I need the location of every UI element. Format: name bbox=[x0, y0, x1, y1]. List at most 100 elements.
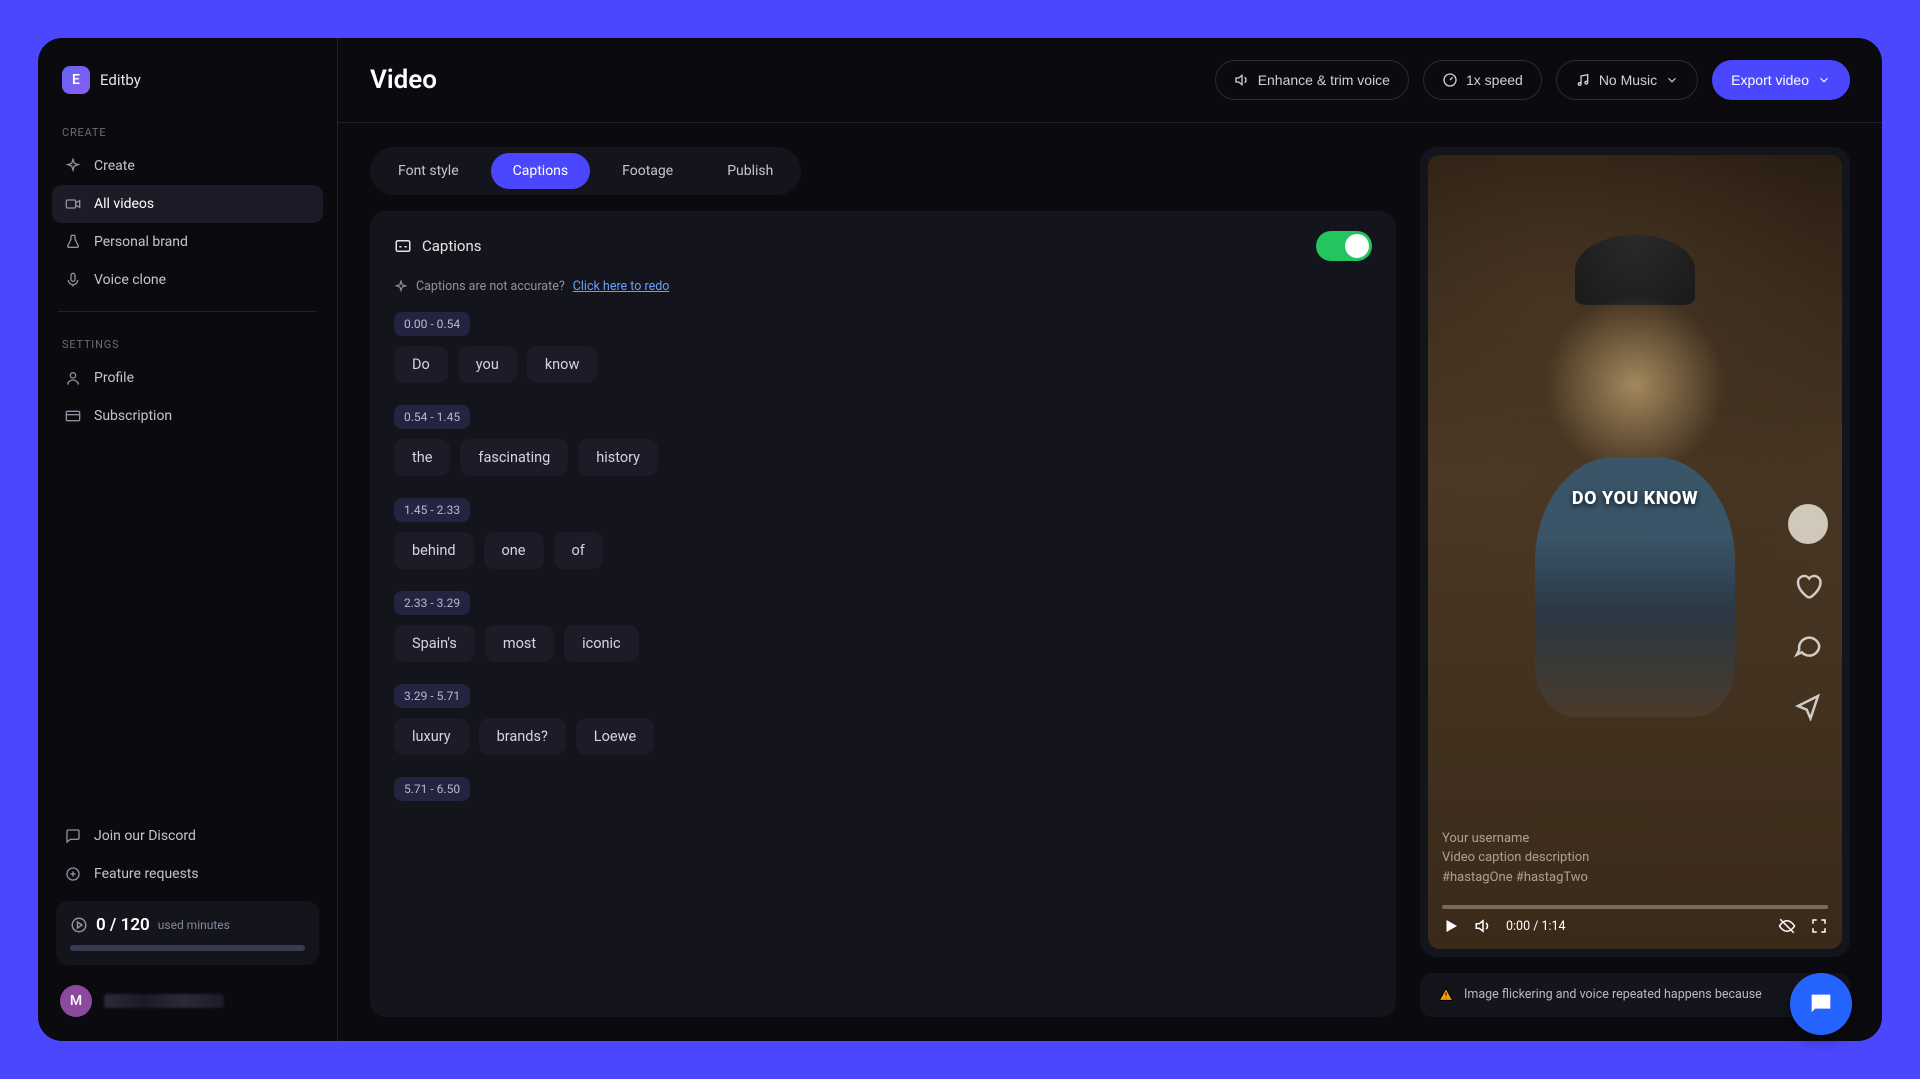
caption-word[interactable]: most bbox=[485, 625, 554, 662]
editor-tabs: Font style Captions Footage Publish bbox=[370, 147, 801, 195]
time-chip[interactable]: 1.45 - 2.33 bbox=[394, 498, 470, 522]
flask-icon bbox=[64, 233, 82, 251]
section-label-settings: SETTINGS bbox=[52, 324, 323, 359]
sparkle-icon bbox=[394, 280, 408, 294]
plus-circle-icon bbox=[64, 865, 82, 883]
caption-word[interactable]: Spain's bbox=[394, 625, 475, 662]
caption-word[interactable]: behind bbox=[394, 532, 474, 569]
caption-word[interactable]: history bbox=[578, 439, 658, 476]
video-description: Video caption description bbox=[1442, 848, 1589, 868]
sidebar-item-label: Join our Discord bbox=[94, 828, 196, 844]
video-progress[interactable] bbox=[1442, 905, 1828, 909]
play-icon[interactable] bbox=[1442, 917, 1460, 935]
captions-title: Captions bbox=[422, 237, 481, 255]
caption-overlay: DO YOU KNOW bbox=[1572, 488, 1698, 509]
export-button[interactable]: Export video bbox=[1712, 60, 1850, 100]
share-icon[interactable] bbox=[1790, 688, 1826, 724]
speed-button[interactable]: 1x speed bbox=[1423, 60, 1542, 100]
tab-footage[interactable]: Footage bbox=[600, 153, 695, 189]
volume-icon[interactable] bbox=[1474, 917, 1492, 935]
section-label-create: CREATE bbox=[52, 112, 323, 147]
button-label: 1x speed bbox=[1466, 72, 1523, 88]
caption-word[interactable]: know bbox=[527, 346, 598, 383]
microphone-icon bbox=[64, 271, 82, 289]
fullscreen-icon[interactable] bbox=[1810, 917, 1828, 935]
caption-word[interactable]: the bbox=[394, 439, 450, 476]
redo-prompt: Captions are not accurate? bbox=[416, 279, 565, 294]
creator-avatar[interactable] bbox=[1788, 504, 1828, 544]
tab-captions[interactable]: Captions bbox=[491, 153, 591, 189]
time-chip[interactable]: 0.00 - 0.54 bbox=[394, 312, 470, 336]
warning-card: Image flickering and voice repeated happ… bbox=[1420, 973, 1850, 1017]
comment-icon[interactable] bbox=[1790, 628, 1826, 664]
sidebar-item-label: All videos bbox=[94, 196, 154, 212]
sidebar-item-label: Create bbox=[94, 158, 135, 174]
video-decor-glow bbox=[1545, 295, 1725, 475]
sidebar-item-label: Voice clone bbox=[94, 272, 166, 288]
button-label: Enhance & trim voice bbox=[1258, 72, 1390, 88]
caption-word[interactable]: Do bbox=[394, 346, 448, 383]
sidebar-item-subscription[interactable]: Subscription bbox=[52, 397, 323, 435]
chevron-down-icon bbox=[1665, 73, 1679, 87]
caption-word-row: Spain's most iconic bbox=[394, 625, 1372, 662]
sidebar-item-create[interactable]: Create bbox=[52, 147, 323, 185]
sidebar-item-feature-requests[interactable]: Feature requests bbox=[52, 855, 323, 893]
sidebar-item-personal-brand[interactable]: Personal brand bbox=[52, 223, 323, 261]
caption-word[interactable]: Loewe bbox=[576, 718, 654, 755]
caption-word-row: the fascinating history bbox=[394, 439, 1372, 476]
video-time: 0:00 / 1:14 bbox=[1506, 919, 1566, 934]
enhance-voice-button[interactable]: Enhance & trim voice bbox=[1215, 60, 1409, 100]
video-username: Your username bbox=[1442, 829, 1589, 849]
time-chip[interactable]: 2.33 - 3.29 bbox=[394, 591, 470, 615]
heart-icon[interactable] bbox=[1790, 568, 1826, 604]
music-button[interactable]: No Music bbox=[1556, 60, 1698, 100]
video-hashtags: #hastagOne #hastagTwo bbox=[1442, 868, 1589, 888]
button-label: No Music bbox=[1599, 72, 1657, 88]
caption-word[interactable]: you bbox=[458, 346, 517, 383]
user-icon bbox=[64, 369, 82, 387]
play-circle-icon bbox=[70, 916, 88, 934]
tab-font-style[interactable]: Font style bbox=[376, 153, 481, 189]
sidebar-item-label: Personal brand bbox=[94, 234, 188, 250]
sidebar-item-discord[interactable]: Join our Discord bbox=[52, 817, 323, 855]
editor-column: Font style Captions Footage Publish Capt… bbox=[370, 147, 1396, 1017]
captions-toggle[interactable] bbox=[1316, 231, 1372, 261]
brand: E Editby bbox=[52, 58, 323, 112]
usage-progress bbox=[70, 945, 305, 951]
chat-bubble-icon bbox=[1807, 990, 1835, 1018]
warning-icon bbox=[1438, 987, 1454, 1003]
warning-text: Image flickering and voice repeated happ… bbox=[1464, 987, 1762, 1003]
redo-link[interactable]: Click here to redo bbox=[573, 279, 670, 294]
music-icon bbox=[1575, 72, 1591, 88]
captions-redo-row: Captions are not accurate? Click here to… bbox=[394, 279, 1372, 294]
time-chip[interactable]: 0.54 - 1.45 bbox=[394, 405, 470, 429]
main: Video Enhance & trim voice 1x speed No M… bbox=[338, 38, 1882, 1041]
time-chip[interactable]: 5.71 - 6.50 bbox=[394, 777, 470, 801]
tab-publish[interactable]: Publish bbox=[705, 153, 795, 189]
caption-word[interactable]: of bbox=[554, 532, 603, 569]
caption-word[interactable]: fascinating bbox=[460, 439, 568, 476]
card-icon bbox=[64, 407, 82, 425]
caption-word[interactable]: luxury bbox=[394, 718, 469, 755]
caption-word[interactable]: one bbox=[484, 532, 544, 569]
sidebar-item-profile[interactable]: Profile bbox=[52, 359, 323, 397]
header-actions: Enhance & trim voice 1x speed No Music E… bbox=[1215, 60, 1850, 100]
sidebar-item-voice-clone[interactable]: Voice clone bbox=[52, 261, 323, 299]
caption-word-row: Doyouknow bbox=[394, 346, 1372, 383]
video-frame[interactable]: DO YOU KNOW Your username Video caption … bbox=[1428, 155, 1842, 949]
user-email-redacted bbox=[104, 994, 224, 1008]
caption-word[interactable]: iconic bbox=[564, 625, 639, 662]
caption-word[interactable]: brands? bbox=[479, 718, 566, 755]
toggle-knob bbox=[1345, 234, 1369, 258]
sparkle-icon bbox=[64, 157, 82, 175]
chat-fab[interactable] bbox=[1790, 973, 1852, 1035]
time-chip[interactable]: 3.29 - 5.71 bbox=[394, 684, 470, 708]
user-menu[interactable]: M bbox=[52, 973, 323, 1021]
sidebar-item-all-videos[interactable]: All videos bbox=[52, 185, 323, 223]
chat-icon bbox=[64, 827, 82, 845]
sidebar: E Editby CREATE Create All videos Person… bbox=[38, 38, 338, 1041]
eye-off-icon[interactable] bbox=[1778, 917, 1796, 935]
divider bbox=[58, 311, 317, 312]
caption-word-row: behind oneof bbox=[394, 532, 1372, 569]
caption-word-row: luxury brands? Loewe bbox=[394, 718, 1372, 755]
